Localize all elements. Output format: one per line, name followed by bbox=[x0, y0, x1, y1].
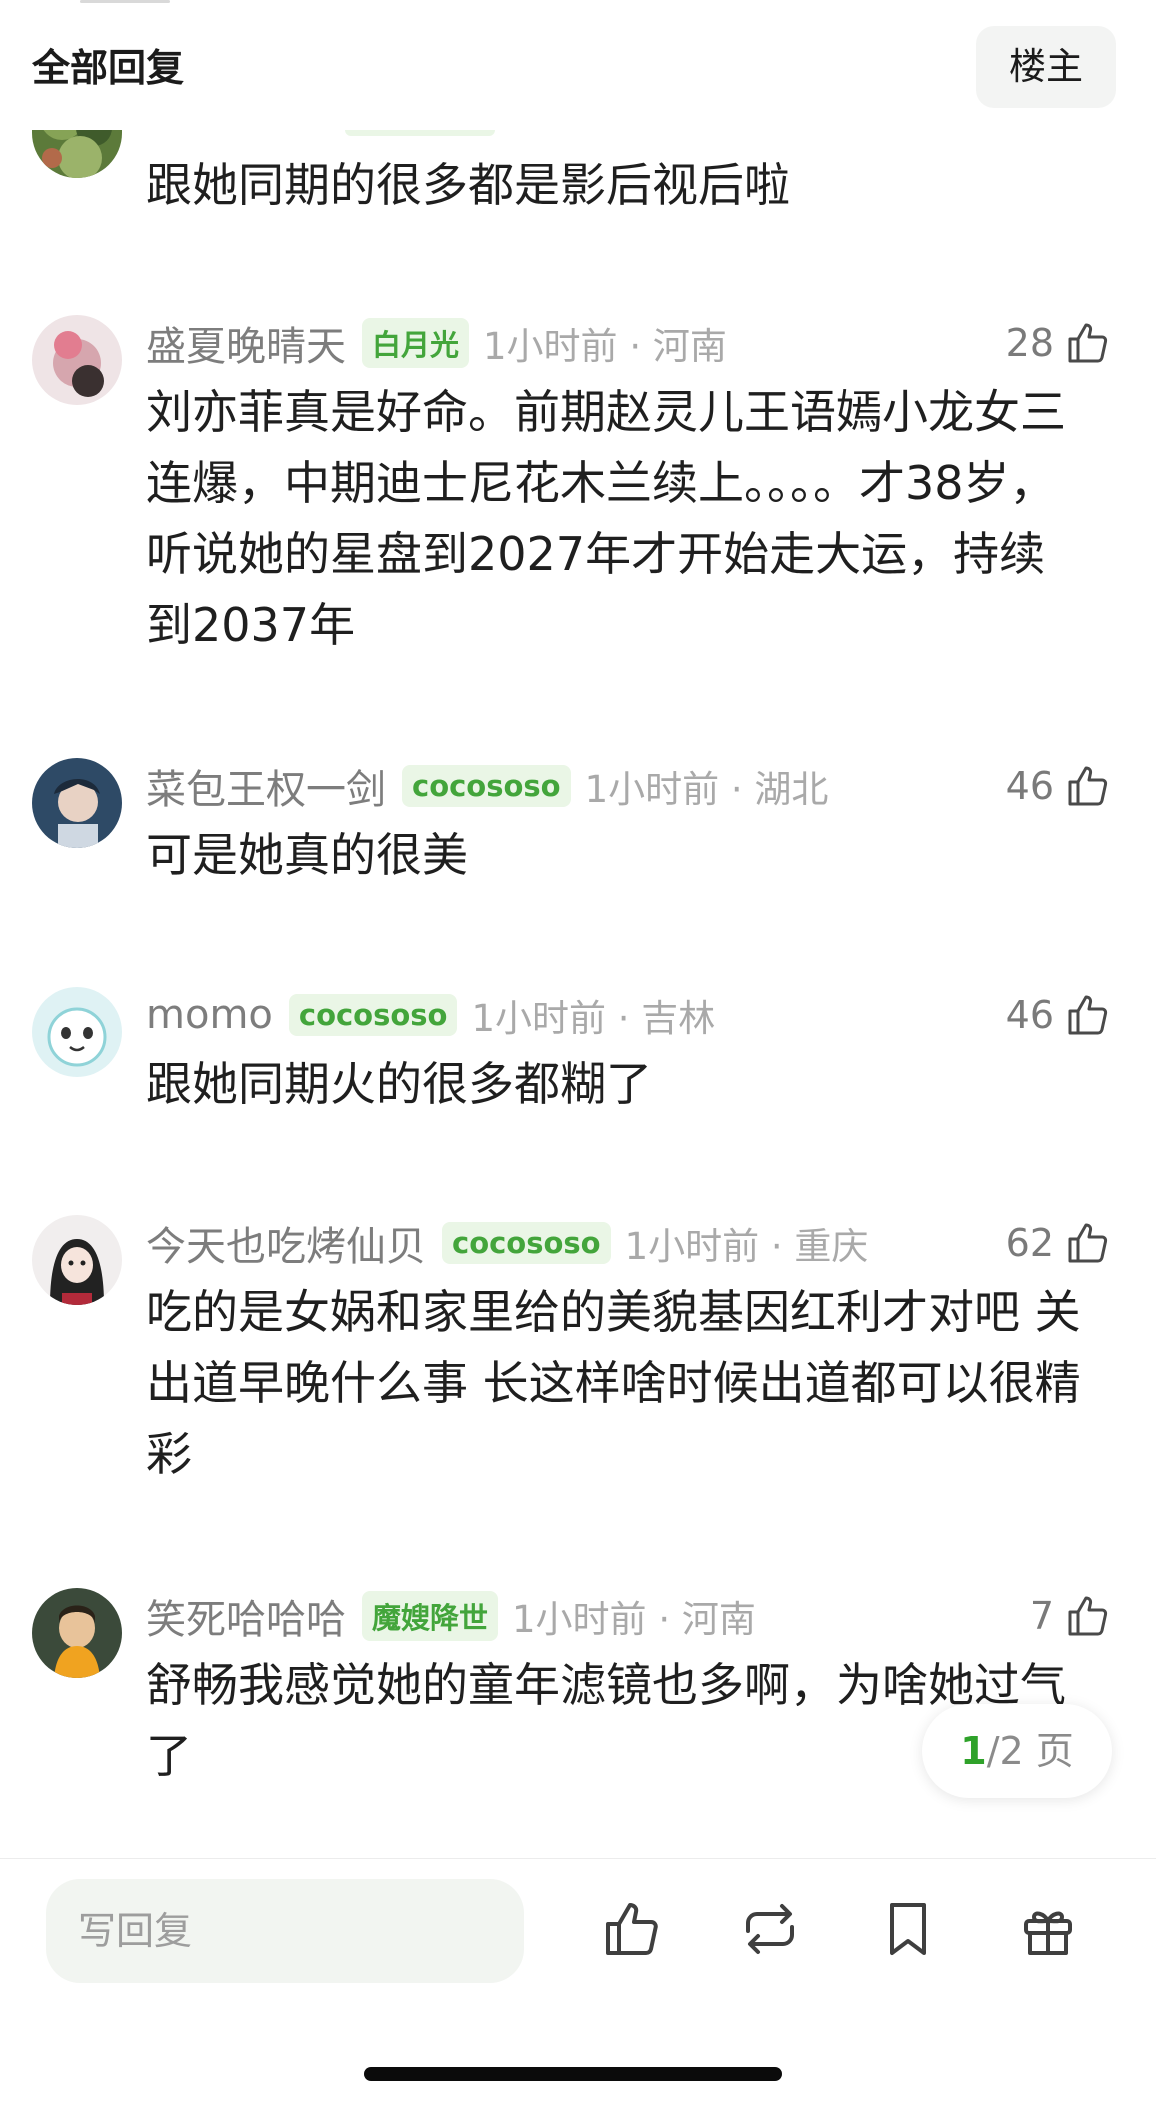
comment-text: 跟她同期的很多都是影后视后啦 bbox=[146, 158, 790, 212]
user-badge: cocososo bbox=[288, 994, 458, 1036]
reply-input[interactable] bbox=[46, 1879, 524, 1983]
comment-meta: 今天也吃烤仙贝 cocososo 1小时前 · 重庆 bbox=[146, 1215, 868, 1271]
comments-header: 全部回复 楼主 bbox=[0, 0, 1156, 130]
header-divider bbox=[80, 0, 170, 3]
like-button[interactable]: 62 bbox=[1006, 1215, 1112, 1271]
like-button[interactable]: 28 bbox=[1006, 315, 1112, 371]
thumbs-up-icon bbox=[1064, 1219, 1112, 1267]
bookmark-icon[interactable] bbox=[876, 1897, 940, 1961]
username[interactable]: 盛夏晚晴天 bbox=[146, 314, 346, 372]
username[interactable]: momo bbox=[146, 992, 273, 1038]
bottom-action-bar bbox=[0, 1858, 1156, 2108]
thumbs-up-icon bbox=[1064, 991, 1112, 1039]
comment-text: 刘亦菲真是好命。前期赵灵儿王语嫣小龙女三连爆，中期迪士尼花木兰续上。。。。才38… bbox=[146, 385, 1066, 652]
thumbs-up-icon bbox=[1064, 762, 1112, 810]
comment-text: 吃的是女娲和家里给的美貌基因红利才对吧 关出道早晚什么事 长这样啥时候出道都可以… bbox=[146, 1285, 1081, 1481]
comment-time-location: 1小时前 · 重庆 bbox=[624, 1225, 869, 1268]
gift-icon[interactable] bbox=[1016, 1897, 1080, 1961]
thumbs-up-icon[interactable] bbox=[600, 1897, 664, 1961]
page-indicator[interactable]: 1/2 页 bbox=[922, 1704, 1112, 1798]
user-badge: 白月光 bbox=[362, 318, 470, 368]
like-count: 46 bbox=[1005, 993, 1054, 1037]
comment-text: 可是她真的很美 bbox=[146, 828, 468, 882]
thumbs-up-icon bbox=[1064, 319, 1112, 367]
avatar[interactable] bbox=[32, 987, 122, 1077]
comment-meta: momo cocososo 1小时前 · 吉林 bbox=[146, 987, 715, 1043]
home-indicator[interactable] bbox=[364, 2067, 782, 2081]
owner-only-button[interactable]: 楼主 bbox=[976, 26, 1116, 108]
comment-time-location: 1小时前 · 吉林 bbox=[471, 997, 716, 1040]
like-count: 7 bbox=[1029, 1594, 1054, 1638]
like-button[interactable]: 46 bbox=[1006, 987, 1112, 1043]
comment-text: 跟她同期火的很多都糊了 bbox=[146, 1057, 652, 1111]
thumbs-up-icon bbox=[1064, 1592, 1112, 1640]
like-count: 46 bbox=[1005, 764, 1054, 808]
repost-icon[interactable] bbox=[738, 1897, 802, 1961]
comment-time-location: 1小时前 · 河南 bbox=[512, 1598, 756, 1641]
like-count: 28 bbox=[1005, 321, 1054, 365]
avatar[interactable] bbox=[32, 758, 122, 848]
comment-meta: 菜包王权一剑 cocososo 1小时前 · 湖北 bbox=[146, 758, 828, 814]
username[interactable]: 笑死哈哈哈 bbox=[146, 1587, 346, 1645]
user-badge: cocososo bbox=[402, 765, 571, 807]
avatar[interactable] bbox=[32, 1588, 122, 1678]
total-pages: /2 页 bbox=[986, 1729, 1074, 1773]
comment-meta: 笑死哈哈哈 魔嫂降世 1小时前 · 河南 bbox=[146, 1588, 756, 1644]
like-button[interactable]: 7 bbox=[1030, 1588, 1112, 1644]
user-badge: 魔嫂降世 bbox=[362, 1591, 499, 1641]
avatar[interactable] bbox=[32, 315, 122, 405]
comment-meta: 盛夏晚晴天 白月光 1小时前 · 河南 bbox=[146, 315, 727, 371]
like-button[interactable]: 46 bbox=[1006, 758, 1112, 814]
avatar[interactable] bbox=[32, 1215, 122, 1305]
comment-time-location: 1小时前 · 湖北 bbox=[584, 768, 829, 811]
username[interactable]: 菜包王权一剑 bbox=[146, 757, 386, 815]
page-title: 全部回复 bbox=[32, 46, 185, 90]
current-page: 1 bbox=[960, 1729, 987, 1773]
username[interactable]: 今天也吃烤仙贝 bbox=[146, 1214, 426, 1272]
comment-time-location: 1小时前 · 河南 bbox=[483, 325, 727, 368]
like-count: 62 bbox=[1005, 1221, 1054, 1265]
user-badge: cocososo bbox=[442, 1222, 611, 1264]
